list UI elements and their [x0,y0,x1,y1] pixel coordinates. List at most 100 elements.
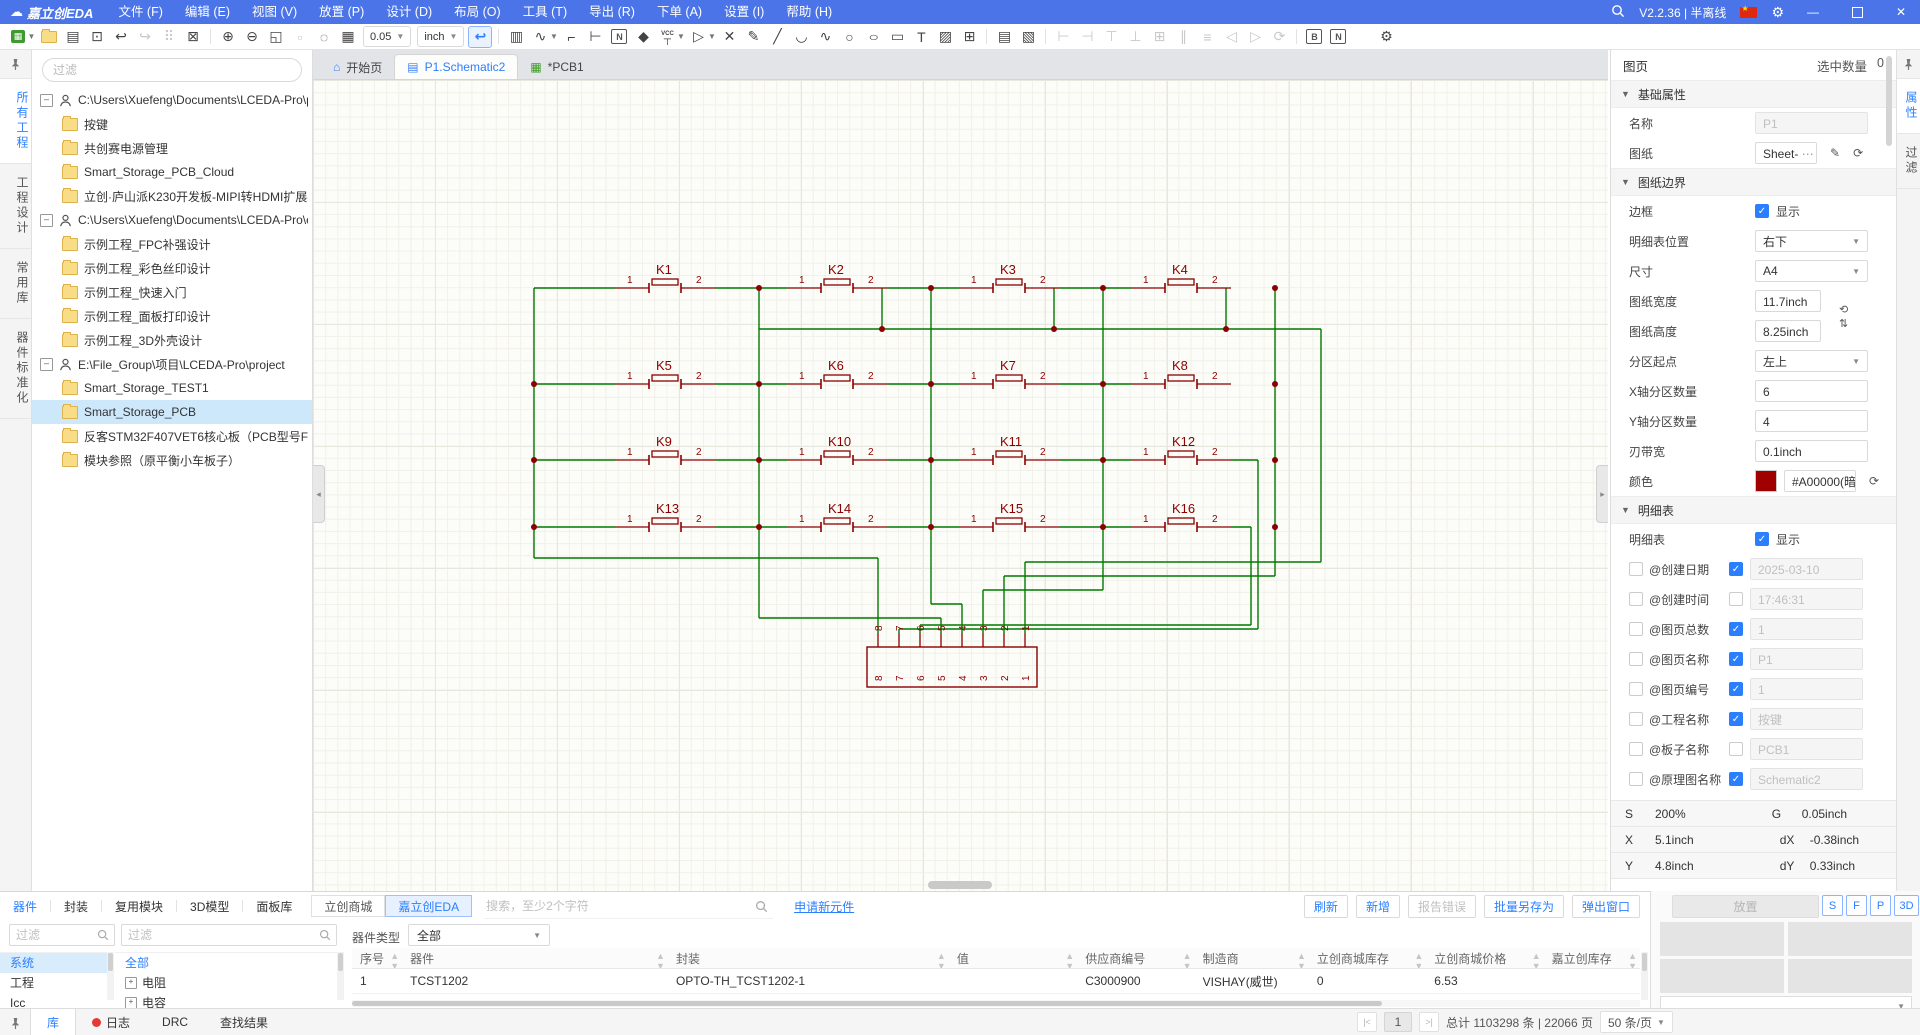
col-header-器件[interactable]: 器件▲▼ [402,948,668,969]
image-icon[interactable]: ▨ [934,27,956,47]
attr-show-checkbox[interactable] [1729,622,1743,636]
save-icon[interactable]: ⊡ [86,27,108,47]
status-tab-日志[interactable]: 日志 [76,1009,146,1035]
menu-放置P[interactable]: 放置 (P) [308,0,375,24]
line-icon[interactable]: ╱ [766,27,788,47]
prop-input-名称[interactable]: P1 [1755,112,1868,134]
attr-select-checkbox[interactable] [1629,652,1643,666]
vcc-caret[interactable]: ▼ [676,27,685,47]
open-project-icon[interactable] [38,27,60,47]
list-scrollbar[interactable] [107,952,114,1000]
close-button[interactable]: ✕ [1886,0,1916,24]
tree-item-Smart_Storage_TEST1[interactable]: Smart_Storage_TEST1 [32,376,312,400]
tree-item-root[interactable]: –E:\File_Group\项目\LCEDA-Pro\project [32,352,312,376]
minimize-button[interactable]: — [1798,0,1828,24]
flip-h-icon[interactable]: ◁ [1220,27,1242,47]
sheet-select-button[interactable]: Sheet- ⋯ [1755,142,1817,164]
doc-tab-开始页[interactable]: ⌂开始页 [321,55,394,79]
schematic-canvas[interactable]: K112K212K312K412K512K612K712K812K912K101… [313,80,1608,891]
ellipse-icon[interactable]: ○ [862,27,884,47]
col-header-立创商城库存[interactable]: 立创商城库存▲▼ [1309,948,1426,969]
tree-item-示例工程_FPC补强设计[interactable]: 示例工程_FPC补强设计 [32,232,312,256]
resistor-caret[interactable]: ▼ [549,27,558,47]
sidebar-tab-器件标准化[interactable]: 器件标准化 [0,319,31,419]
class-item-Icc[interactable]: Icc [0,993,107,1009]
doc-tab-*PCB1[interactable]: ▦*PCB1 [518,55,595,79]
sidebar-tab-工程设计[interactable]: 工程设计 [0,164,31,249]
attr-select-checkbox[interactable] [1629,712,1643,726]
expand-icon[interactable]: + [125,977,137,989]
tree-item-共创赛电源管理[interactable]: 共创赛电源管理 [32,136,312,160]
attr-show-checkbox[interactable] [1729,652,1743,666]
panel-scrollbar[interactable] [1884,56,1894,356]
table-hscrollbar[interactable] [352,1000,1640,1007]
section-基础属性[interactable]: ▼基础属性 [1611,80,1896,108]
menu-工具T[interactable]: 工具 (T) [512,0,578,24]
place-resistor-icon[interactable]: ∿ [529,27,551,47]
prop-input-图纸高度[interactable]: 8.25inch [1755,320,1821,342]
lib-tab-复用模块[interactable]: 复用模块 [102,898,176,915]
align-top-icon[interactable]: ⊤ [1100,27,1122,47]
tree-expander-icon[interactable]: – [40,214,53,227]
select-box-icon[interactable]: ▫ [289,27,311,47]
preview-button-P[interactable]: P [1870,895,1891,916]
canvas-grid-icon[interactable]: ⠿ [158,27,180,47]
edit-pencil-icon[interactable]: ✎ [1830,146,1840,160]
tree-item-示例工程_面板打印设计[interactable]: 示例工程_面板打印设计 [32,304,312,328]
preview-button-S[interactable]: S [1822,895,1843,916]
project-caret[interactable]: ▼ [27,27,36,47]
pen-icon[interactable]: ✎ [742,27,764,47]
last-page-button[interactable]: >| [1419,1012,1439,1032]
prop-input-Y轴分区数量[interactable]: 4 [1755,410,1868,432]
distribute-h-icon[interactable]: ∥ [1172,27,1194,47]
list-scrollbar[interactable] [337,952,344,1000]
tree-item-示例工程_彩色丝印设计[interactable]: 示例工程_彩色丝印设计 [32,256,312,280]
subclass-item-电阻[interactable]: +电阻 [115,973,337,993]
text-icon[interactable]: T [910,27,932,47]
col-header-值[interactable]: 值▲▼ [949,948,1077,969]
col-header-封装[interactable]: 封装▲▼ [668,948,949,969]
color-value[interactable]: #A00000(暗 [1784,470,1856,492]
gear-icon[interactable]: ⚙ [1771,4,1784,21]
panel-tab-过滤[interactable]: 过滤 [1897,134,1920,189]
attr-show-checkbox[interactable] [1729,742,1743,756]
sidebar-tab-常用库[interactable]: 常用库 [0,249,31,319]
port-caret[interactable]: ▼ [707,27,716,47]
align-left-icon[interactable]: ⊢ [1052,27,1074,47]
attr-select-checkbox[interactable] [1629,742,1643,756]
search-icon[interactable] [1611,4,1625,21]
place-button[interactable]: 放置 [1672,895,1819,918]
redo-icon[interactable]: ↪ [134,27,156,47]
grid-setting-icon[interactable]: ▦ [337,27,359,47]
lib-tab-面板库[interactable]: 面板库 [243,898,305,915]
table-icon[interactable]: ⊞ [958,27,980,47]
bezier-icon[interactable]: ∿ [814,27,836,47]
tree-item-root[interactable]: –C:\Users\Xuefeng\Documents\LCEDA-Pro\pr… [32,88,312,112]
distribute-v-icon[interactable]: ≡ [1196,27,1218,47]
section-图纸边界[interactable]: ▼图纸边界 [1611,168,1896,196]
section-明细表[interactable]: ▼明细表 [1611,496,1896,524]
vcc-flag-icon[interactable]: VCC┬ [656,27,678,47]
library-search-input[interactable] [484,894,773,919]
button-批量另存为[interactable]: 批量另存为 [1484,895,1564,918]
search-icon[interactable] [755,900,768,913]
attr-show-checkbox[interactable] [1729,592,1743,606]
preview-button-3D[interactable]: 3D [1894,895,1919,916]
attr-show-checkbox[interactable] [1729,562,1743,576]
attr-show-checkbox[interactable] [1729,772,1743,786]
col-header-立创商城价格[interactable]: 立创商城价格▲▼ [1426,948,1543,969]
checkbox[interactable] [1755,204,1769,218]
zoom-out-icon[interactable]: ⊖ [241,27,263,47]
collapse-left-panel-handle[interactable]: ◂ [313,465,325,523]
prop-select-尺寸[interactable]: A4▼ [1755,260,1868,282]
status-tab-DRC[interactable]: DRC [146,1009,204,1035]
unit-select[interactable]: inch▼ [417,26,464,47]
netlist-export-icon[interactable]: N [1327,27,1349,47]
flip-v-icon[interactable]: ▷ [1244,27,1266,47]
undo-icon[interactable]: ↩ [110,27,132,47]
pin-icon[interactable] [0,50,31,79]
menu-布局O[interactable]: 布局 (O) [443,0,512,24]
align-right-icon[interactable]: ⊣ [1076,27,1098,47]
color-swatch[interactable] [1755,470,1777,492]
arc-icon[interactable]: ◡ [790,27,812,47]
